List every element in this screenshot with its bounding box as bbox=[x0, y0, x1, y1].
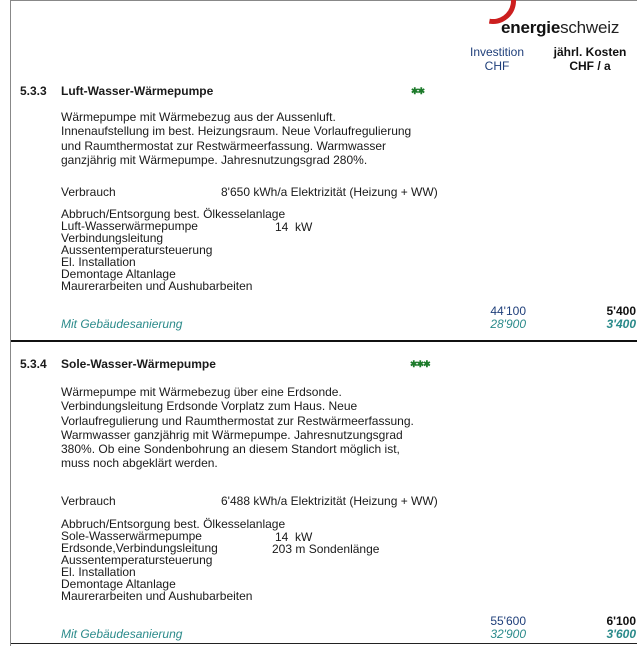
rating-stars-icon: ✱✱ bbox=[411, 86, 425, 96]
page-top-border bbox=[10, 0, 637, 1]
cost-items-list: Abbruch/Entsorgung best. Ölkesselanlage … bbox=[61, 208, 285, 292]
section-description: Wärmepumpe mit Wärmebezug über eine Erds… bbox=[61, 385, 414, 471]
renovation-investment-value: 28'900 bbox=[490, 317, 526, 331]
section-description: Wärmepumpe mit Wärmebezug aus der Aussen… bbox=[61, 110, 412, 167]
renovation-annual-cost-value: 3'600 bbox=[606, 627, 636, 641]
investment-value: 44'100 bbox=[490, 304, 526, 318]
annual-cost-value: 5'400 bbox=[606, 304, 636, 318]
verbrauch-value: 6'488 kWh/a Elektrizität (Heizung + WW) bbox=[221, 494, 438, 508]
annual-cost-value: 6'100 bbox=[606, 614, 636, 628]
section-number: 5.3.4 bbox=[20, 357, 47, 371]
section-divider bbox=[11, 340, 637, 342]
bottom-rule bbox=[11, 643, 637, 644]
section-title: Luft-Wasser-Wärmepumpe bbox=[61, 84, 214, 98]
rating-stars-icon: ✱✱✱ bbox=[410, 359, 431, 369]
renovation-annual-cost-value: 3'400 bbox=[606, 317, 636, 331]
energieschweiz-logo: energieschweiz bbox=[501, 18, 620, 37]
heat-pump-power: 14 kW bbox=[275, 220, 313, 234]
section-number: 5.3.3 bbox=[20, 84, 47, 98]
list-item: Maurerarbeiten und Aushubarbeiten bbox=[61, 589, 253, 603]
probe-length: 203 m Sondenlänge bbox=[272, 542, 380, 556]
cost-items-list: Abbruch/Entsorgung best. Ölkesselanlage … bbox=[61, 518, 285, 602]
investment-column-header: Investition CHF bbox=[469, 45, 525, 73]
annual-cost-column-header: jährl. Kosten CHF / a bbox=[553, 45, 627, 73]
verbrauch-label: Verbrauch bbox=[61, 494, 116, 508]
verbrauch-value: 8'650 kWh/a Elektrizität (Heizung + WW) bbox=[221, 185, 438, 199]
investment-value: 55'600 bbox=[490, 614, 526, 628]
renovation-investment-value: 32'900 bbox=[490, 627, 526, 641]
renovation-label: Mit Gebäudesanierung bbox=[61, 317, 183, 331]
verbrauch-label: Verbrauch bbox=[61, 185, 116, 199]
page-left-border bbox=[10, 0, 11, 646]
section-title: Sole-Wasser-Wärmepumpe bbox=[61, 357, 216, 371]
list-item: Maurerarbeiten und Aushubarbeiten bbox=[61, 279, 253, 293]
renovation-label: Mit Gebäudesanierung bbox=[61, 627, 183, 641]
